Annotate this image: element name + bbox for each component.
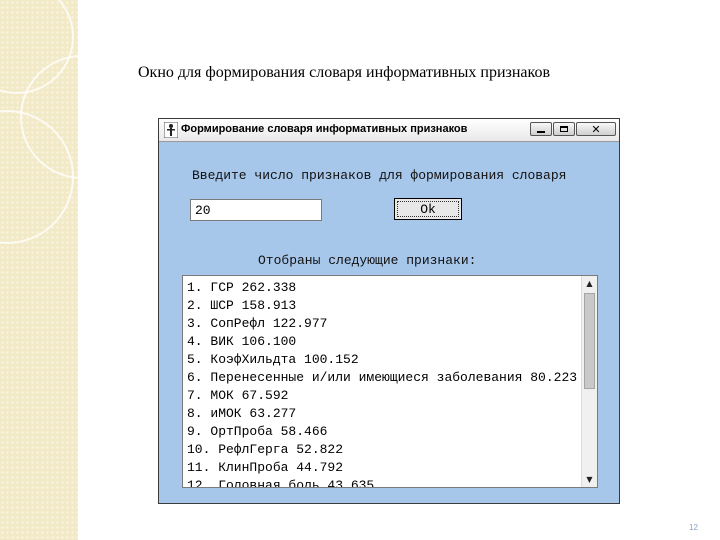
slide-title: Окно для формирования словаря информатив… xyxy=(138,64,551,81)
window-titlebar[interactable]: Формирование словаря информативных призн… xyxy=(159,119,619,142)
scroll-down-arrow-icon[interactable]: ▼ xyxy=(582,472,597,487)
maximize-button[interactable] xyxy=(553,122,575,136)
selected-features-list[interactable]: 1. ГСР 262.338 2. ШСР 158.913 3. СопРефл… xyxy=(182,275,598,488)
maximize-icon xyxy=(560,126,568,132)
close-button[interactable]: ✕ xyxy=(576,122,616,136)
list-items-container: 1. ГСР 262.338 2. ШСР 158.913 3. СопРефл… xyxy=(187,279,579,487)
scroll-thumb[interactable] xyxy=(584,293,595,389)
list-item[interactable]: 4. ВИК 106.100 xyxy=(187,333,579,351)
list-item[interactable]: 5. КоэфХильдта 100.152 xyxy=(187,351,579,369)
app-icon xyxy=(164,122,178,138)
list-item[interactable]: 10. РефлГерга 52.822 xyxy=(187,441,579,459)
list-item[interactable]: 6. Перенесенные и/или имеющиеся заболева… xyxy=(187,369,579,387)
scroll-up-arrow-icon[interactable]: ▲ xyxy=(582,276,597,291)
list-item[interactable]: 2. ШСР 158.913 xyxy=(187,297,579,315)
page-number: 12 xyxy=(689,523,698,532)
ok-button[interactable]: Ok xyxy=(394,198,462,220)
window-title: Формирование словаря информативных призн… xyxy=(181,123,468,135)
minimize-button[interactable] xyxy=(530,122,552,136)
list-item[interactable]: 7. МОК 67.592 xyxy=(187,387,579,405)
feature-count-input[interactable] xyxy=(190,199,322,221)
decorative-side-strip xyxy=(0,0,78,540)
list-item[interactable]: 9. ОртПроба 58.466 xyxy=(187,423,579,441)
list-scrollbar[interactable]: ▲ ▼ xyxy=(581,276,597,487)
minimize-icon xyxy=(537,131,545,133)
list-item[interactable]: 8. иМОК 63.277 xyxy=(187,405,579,423)
selected-features-label: Отобраны следующие признаки: xyxy=(258,253,477,268)
list-item[interactable]: 12. Головная боль 43.635 xyxy=(187,477,579,487)
list-item[interactable]: 11. КлинПроба 44.792 xyxy=(187,459,579,477)
list-item[interactable]: 1. ГСР 262.338 xyxy=(187,279,579,297)
feature-dictionary-window: Формирование словаря информативных призн… xyxy=(158,118,620,504)
list-item[interactable]: 3. СопРефл 122.977 xyxy=(187,315,579,333)
close-icon: ✕ xyxy=(591,122,601,136)
feature-count-label: Введите число признаков для формирования… xyxy=(192,168,567,183)
